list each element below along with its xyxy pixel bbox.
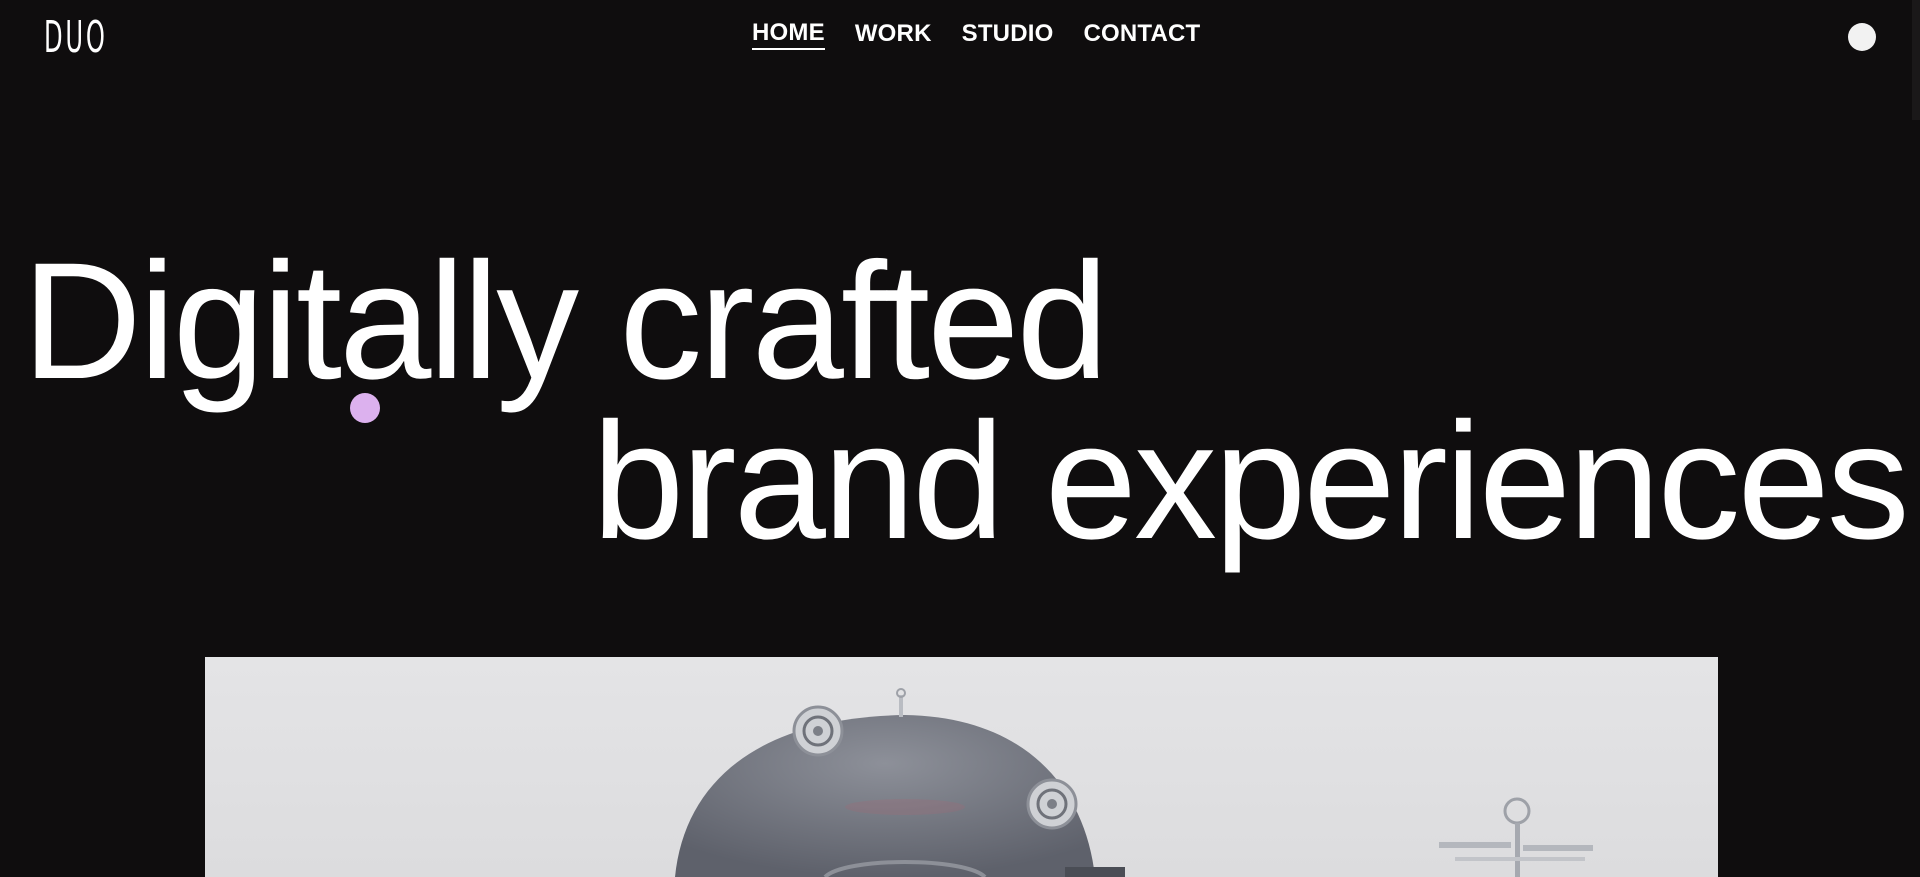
accent-dot-icon xyxy=(350,393,380,423)
machine-image xyxy=(675,688,1593,877)
logo[interactable]: DUO xyxy=(44,16,108,60)
nav-studio-link[interactable]: STUDIO xyxy=(962,18,1054,50)
scrollbar[interactable] xyxy=(1912,0,1920,120)
hero-headline-line-1: Digitally crafted xyxy=(22,229,1109,415)
hero-media-image xyxy=(205,657,1718,877)
hero-headline-line-2: brand experiences xyxy=(592,389,1910,575)
main-nav: HOME WORK STUDIO CONTACT xyxy=(752,18,1200,50)
circle-menu-icon[interactable] xyxy=(1848,23,1876,51)
page: DUO HOME WORK STUDIO CONTACT Digitally c… xyxy=(0,0,1920,877)
nav-home-link[interactable]: HOME xyxy=(752,18,825,50)
nav-work-link[interactable]: WORK xyxy=(855,18,932,50)
site-header: DUO HOME WORK STUDIO CONTACT xyxy=(0,0,1920,70)
nav-contact-link[interactable]: CONTACT xyxy=(1083,18,1200,50)
